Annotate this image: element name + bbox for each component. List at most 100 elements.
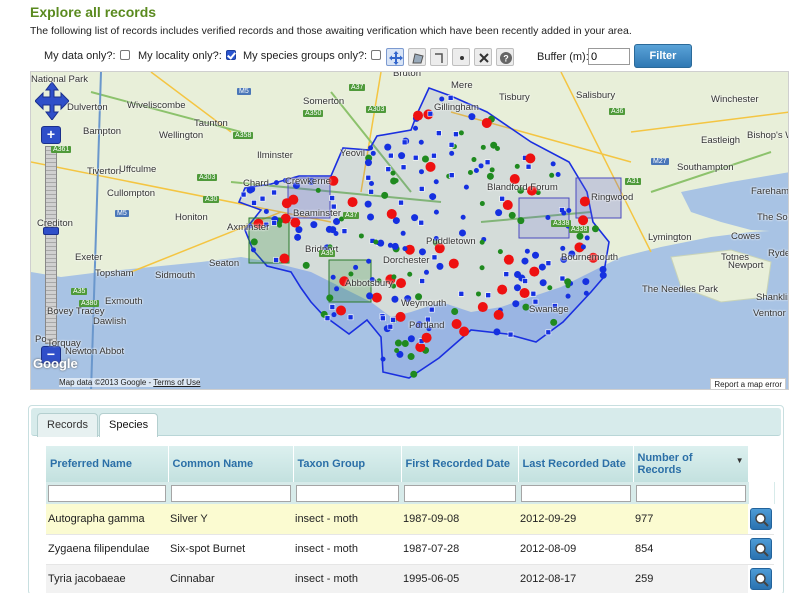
record-marker[interactable] (448, 258, 459, 269)
record-marker[interactable] (599, 271, 607, 279)
record-marker[interactable] (524, 248, 530, 254)
record-marker[interactable] (580, 244, 586, 250)
record-marker[interactable] (507, 331, 514, 338)
record-marker[interactable] (288, 194, 299, 205)
column-header-taxon-group[interactable]: Taxon Group (293, 446, 402, 482)
record-marker[interactable] (550, 161, 556, 167)
record-marker[interactable] (364, 159, 372, 167)
record-marker[interactable] (555, 172, 561, 178)
record-marker[interactable] (421, 332, 432, 343)
record-marker[interactable] (366, 258, 372, 264)
record-marker[interactable] (519, 288, 530, 299)
record-marker[interactable] (386, 208, 397, 219)
record-marker[interactable] (410, 370, 418, 378)
record-marker[interactable] (429, 193, 437, 201)
record-marker[interactable] (324, 315, 331, 322)
record-marker[interactable] (525, 163, 532, 170)
record-marker[interactable] (310, 221, 318, 229)
record-marker[interactable] (490, 141, 498, 149)
record-marker[interactable] (522, 278, 528, 284)
record-marker[interactable] (530, 290, 537, 297)
record-marker[interactable] (493, 309, 504, 320)
record-marker[interactable] (259, 195, 266, 202)
record-marker[interactable] (423, 269, 429, 275)
record-marker[interactable] (538, 263, 546, 271)
record-marker[interactable] (331, 312, 337, 318)
record-marker[interactable] (436, 262, 444, 270)
record-marker[interactable] (503, 254, 514, 265)
pan-icon[interactable] (386, 48, 404, 66)
record-marker[interactable] (539, 279, 547, 287)
record-marker[interactable] (380, 315, 386, 322)
record-marker[interactable] (358, 233, 364, 239)
column-header-first-recorded-date[interactable]: First Recorded Date (401, 446, 519, 482)
record-marker[interactable] (514, 163, 520, 169)
record-marker[interactable] (458, 290, 465, 297)
record-marker[interactable] (388, 152, 394, 159)
record-marker[interactable] (290, 217, 301, 228)
record-marker[interactable] (489, 167, 495, 173)
record-marker[interactable] (334, 286, 340, 292)
record-marker[interactable] (347, 197, 358, 208)
record-marker[interactable] (418, 186, 425, 192)
record-marker[interactable] (473, 168, 479, 174)
record-marker[interactable] (458, 130, 464, 136)
record-marker[interactable] (448, 172, 455, 178)
record-marker[interactable] (484, 159, 491, 166)
column-header-preferred-name[interactable]: Preferred Name (46, 446, 169, 482)
record-marker[interactable] (433, 209, 439, 215)
filter-number-of-records[interactable] (635, 484, 746, 502)
record-marker[interactable] (545, 329, 552, 336)
record-marker[interactable] (549, 172, 555, 178)
record-marker[interactable] (477, 302, 488, 313)
view-details-button[interactable] (750, 507, 772, 530)
record-marker[interactable] (251, 200, 257, 206)
filter-button[interactable]: Filter (634, 44, 692, 68)
record-marker[interactable] (393, 178, 399, 184)
draw-polygon-icon[interactable] (408, 48, 426, 66)
record-marker[interactable] (459, 326, 470, 337)
record-marker[interactable] (365, 174, 372, 181)
record-marker[interactable] (407, 335, 415, 343)
record-marker[interactable] (394, 347, 400, 353)
record-marker[interactable] (578, 215, 589, 226)
view-details-button[interactable] (750, 568, 772, 590)
record-marker[interactable] (302, 261, 310, 269)
record-marker[interactable] (453, 131, 459, 138)
record-marker[interactable] (559, 275, 566, 282)
pan-control[interactable] (34, 81, 70, 121)
filter-preferred-name[interactable] (48, 484, 166, 502)
record-marker[interactable] (400, 164, 407, 171)
record-marker[interactable] (380, 356, 386, 362)
record-marker[interactable] (460, 214, 466, 220)
help-icon[interactable]: ? (496, 48, 514, 66)
record-marker[interactable] (364, 200, 372, 208)
record-marker[interactable] (394, 339, 402, 347)
record-marker[interactable] (467, 170, 473, 176)
record-marker[interactable] (371, 292, 382, 303)
draw-point-icon[interactable] (452, 48, 470, 66)
record-marker[interactable] (565, 293, 571, 299)
record-marker[interactable] (396, 278, 407, 289)
record-marker[interactable] (502, 200, 513, 211)
record-marker[interactable] (390, 317, 396, 323)
clear-icon[interactable] (474, 48, 492, 66)
record-marker[interactable] (566, 207, 572, 213)
record-marker[interactable] (271, 189, 277, 196)
record-marker[interactable] (439, 96, 445, 102)
record-marker[interactable] (480, 144, 486, 150)
my-data-checkbox[interactable] (119, 50, 130, 60)
zoom-in-button[interactable]: + (41, 126, 61, 144)
record-marker[interactable] (329, 195, 335, 201)
record-marker[interactable] (468, 113, 476, 121)
record-marker[interactable] (576, 232, 584, 240)
record-marker[interactable] (560, 245, 566, 251)
record-marker[interactable] (591, 225, 599, 233)
filter-taxon-group[interactable] (295, 484, 399, 502)
record-marker[interactable] (329, 304, 336, 310)
record-marker[interactable] (486, 172, 494, 180)
record-marker[interactable] (436, 130, 442, 136)
record-marker[interactable] (497, 284, 508, 295)
my-species-groups-checkbox[interactable] (371, 50, 382, 60)
record-marker[interactable] (373, 239, 379, 245)
